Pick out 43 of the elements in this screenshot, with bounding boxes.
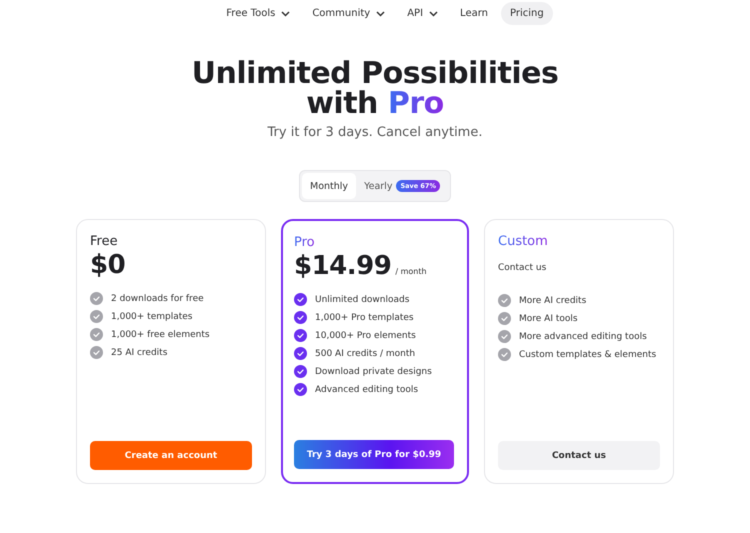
page-heading: Unlimited Possibilities with Pro (190, 59, 560, 119)
feature-text: Unlimited downloads (315, 294, 410, 304)
check-circle-icon (498, 330, 511, 343)
plan-button[interactable]: Try 3 days of Pro for $0.99 (294, 440, 454, 469)
check-circle-icon (498, 348, 511, 361)
price-period: / month (395, 267, 427, 276)
check-circle-icon (294, 293, 307, 306)
billing-option[interactable]: Monthly (302, 173, 356, 199)
nav-link[interactable]: Free Tools (217, 2, 300, 25)
check-circle-icon (90, 292, 103, 305)
plan-price: $14.99 (294, 251, 392, 281)
feature-text: 500 AI credits / month (315, 348, 416, 358)
plan-button[interactable]: Contact us (498, 441, 660, 470)
feature-text: Advanced editing tools (315, 384, 418, 394)
check-circle-icon (498, 294, 511, 307)
nav-link[interactable]: Community (303, 2, 394, 25)
check-circle-icon (90, 328, 103, 341)
plan-name: Free (90, 234, 119, 249)
feature-text: 10,000+ Pro elements (315, 330, 416, 340)
check-circle-icon (90, 310, 103, 323)
check-circle-icon (294, 329, 307, 342)
plan-price: $0 (90, 250, 126, 280)
feature-text: 1,000+ Pro templates (315, 312, 414, 322)
plan-note: Contact us (498, 263, 548, 273)
feature-text: 2 downloads for free (111, 294, 204, 304)
feature-text: More AI tools (519, 314, 578, 324)
feature-text: Download private designs (315, 366, 432, 376)
feature-text: 1,000+ templates (111, 312, 192, 322)
check-circle-icon (498, 312, 511, 325)
page-subtitle: Try it for 3 days. Cancel anytime. (266, 125, 484, 140)
feature-text: 25 AI credits (111, 348, 168, 358)
feature-text: More AI credits (519, 296, 586, 306)
check-circle-icon (294, 311, 307, 324)
check-circle-icon (90, 346, 103, 359)
feature-text: Custom templates & elements (519, 350, 656, 360)
check-circle-icon (294, 383, 307, 396)
nav-link[interactable]: Learn (451, 2, 497, 25)
feature-text: 1,000+ free elements (111, 330, 210, 340)
nav-link[interactable]: Pricing (501, 2, 553, 25)
nav-link[interactable]: API (398, 2, 448, 25)
feature-text: More advanced editing tools (519, 332, 647, 342)
check-circle-icon (294, 365, 307, 378)
check-circle-icon (294, 347, 307, 360)
